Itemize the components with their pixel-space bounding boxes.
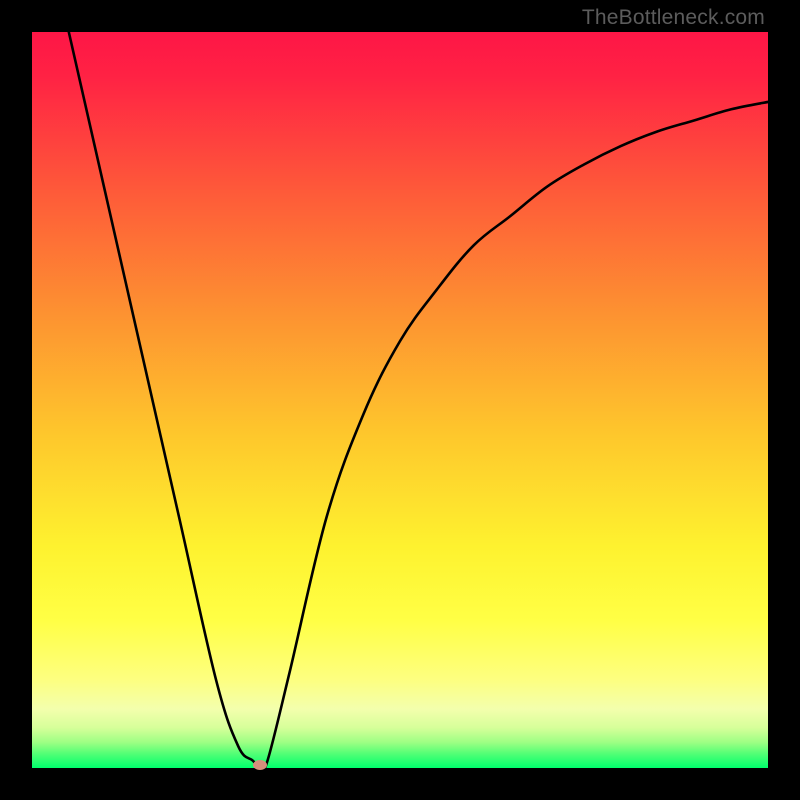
bottleneck-curve	[32, 32, 768, 768]
chart-frame	[32, 32, 768, 768]
watermark-text: TheBottleneck.com	[582, 6, 765, 30]
minimum-marker	[253, 760, 267, 770]
